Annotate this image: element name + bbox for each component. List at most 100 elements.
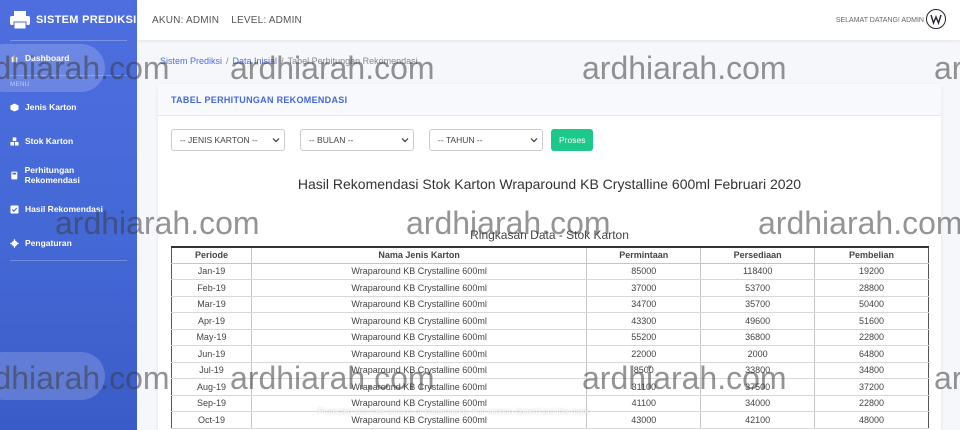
sidebar-item-perhitungan-rekomendasi[interactable]: Perhitungan Rekomendasi [0, 158, 137, 192]
jenis-karton-select[interactable]: -- JENIS KARTON -- [171, 129, 285, 151]
table-body: Jan-19 Wraparound KB Crystalline 600ml 850… [171, 263, 929, 429]
table-cell: 19200 [814, 263, 929, 280]
brand[interactable]: SISTEM PREDIKSI [0, 0, 137, 40]
brand-title: SISTEM PREDIKSI [36, 14, 137, 26]
breadcrumb-current: Tabel Perhitungan Rekomendasi [287, 56, 418, 66]
chevron-down-icon [401, 138, 409, 143]
sidebar-item-stok-karton[interactable]: Stok Karton [0, 124, 137, 158]
box-icon [10, 102, 19, 112]
content-card: TABEL PERHITUNGAN REKOMENDASI -- JENIS K… [158, 84, 941, 430]
watermark-notice: Protected with free version of Watermark… [318, 407, 592, 416]
sidebar-item-dashboard[interactable]: Dashboard [0, 41, 137, 75]
menu-heading: MENU [10, 82, 30, 88]
table-row: Jul-19 Wraparound KB Crystalline 600ml 850… [171, 361, 929, 379]
table-row: Mar-19 Wraparound KB Crystalline 600ml 347… [171, 296, 929, 313]
table-cell: 64800 [814, 345, 929, 363]
watermark: ardhiarah.com [582, 50, 787, 86]
table-cell: Apr-19 [171, 312, 252, 330]
watermark: ardhiarah.com [934, 50, 960, 86]
table-cell: 34700 [586, 296, 702, 313]
breadcrumb-middle[interactable]: Data Inisial [233, 56, 278, 66]
column-header: Persediaan [700, 246, 816, 264]
table-row: May-19 Wraparound KB Crystalline 600ml 552… [171, 329, 929, 346]
printer-icon [10, 11, 30, 29]
table-cell: 37200 [814, 378, 929, 396]
sidebar-item-label: Hasil Rekomendasi [25, 204, 103, 214]
table-cell: Oct-19 [171, 411, 252, 429]
table-cell: 22800 [814, 395, 929, 412]
table-cell: 53700 [700, 279, 816, 297]
table-cell: 2000 [700, 345, 816, 363]
table-cell: 51600 [814, 312, 929, 330]
bulan-select[interactable]: -- BULAN -- [300, 129, 414, 151]
summary-title: Ringkasan Data - Stok Karton [470, 228, 629, 242]
table-cell: Wraparound KB Crystalline 600ml [250, 361, 588, 379]
select-value: -- TAHUN -- [438, 135, 483, 145]
sidebar-item-label: Jenis Karton [25, 102, 77, 112]
table-cell: Wraparound KB Crystalline 600ml [250, 378, 588, 396]
breadcrumb-root[interactable]: Sistem Prediksi [160, 56, 222, 66]
user-logo-icon [930, 14, 942, 26]
column-header: Periode [171, 246, 252, 264]
table-cell: 33800 [700, 361, 816, 379]
greeting-text[interactable]: SELAMAT DATANG! ADMIN [836, 17, 924, 24]
sidebar-item-pengaturan[interactable]: Pengaturan [0, 226, 137, 260]
table-cell: Mar-19 [171, 296, 252, 313]
table-cell: 31100 [586, 378, 702, 396]
table-cell: Sep-19 [171, 395, 252, 412]
table-cell: 28800 [814, 279, 929, 297]
column-header: Nama Jenis Karton [250, 246, 588, 264]
sidebar-item-hasil-rekomendasi[interactable]: Hasil Rekomendasi [0, 192, 137, 226]
table-cell: 50400 [814, 296, 929, 313]
breadcrumb-separator: / [281, 56, 284, 66]
table-cell: Aug-19 [171, 378, 252, 396]
table-row: Apr-19 Wraparound KB Crystalline 600ml 433… [171, 312, 929, 330]
filter-bar: -- JENIS KARTON -- -- BULAN -- -- TAHUN … [171, 129, 594, 151]
chevron-down-icon [272, 138, 280, 143]
table-cell: Wraparound KB Crystalline 600ml [250, 329, 588, 346]
table-cell: Jun-19 [171, 345, 252, 363]
divider [10, 260, 127, 261]
table-row: Jun-19 Wraparound KB Crystalline 600ml 220… [171, 345, 929, 363]
sidebar-item-label: Stok Karton [25, 136, 74, 146]
table-cell: 43000 [586, 411, 702, 429]
table-header-row: Periode Nama Jenis Karton Permintaan Per… [171, 246, 929, 264]
table-cell: 37500 [700, 378, 816, 396]
dashboard-icon [10, 54, 19, 62]
summary-table: Periode Nama Jenis Karton Permintaan Per… [171, 246, 929, 429]
table-cell: 35700 [700, 296, 816, 313]
result-title: Hasil Rekomendasi Stok Karton Wraparound… [297, 176, 802, 192]
table-cell: 48000 [814, 411, 929, 429]
table-cell: Jul-19 [171, 361, 252, 379]
table-cell: Jan-19 [171, 263, 252, 280]
sidebar-item-label: Pengaturan [25, 238, 72, 248]
table-cell: 34800 [814, 361, 929, 379]
level-label: LEVEL: ADMIN [231, 14, 302, 26]
card-title: TABEL PERHITUNGAN REKOMENDASI [158, 84, 941, 116]
account-label: AKUN: ADMIN [152, 14, 220, 26]
cubes-icon [10, 136, 19, 146]
tahun-select[interactable]: -- TAHUN -- [429, 129, 543, 151]
table-cell: Wraparound KB Crystalline 600ml [250, 296, 588, 313]
sidebar-item-jenis-karton[interactable]: Jenis Karton [0, 90, 137, 124]
table-cell: Feb-19 [171, 279, 252, 297]
proses-button[interactable]: Proses [551, 129, 594, 151]
table-cell: 34000 [700, 395, 816, 412]
table-row: Aug-19 Wraparound KB Crystalline 600ml 311… [171, 378, 929, 396]
table-cell: 37000 [586, 279, 702, 297]
table-cell: Wraparound KB Crystalline 600ml [250, 263, 588, 280]
avatar[interactable] [926, 9, 946, 29]
table-cell: 49600 [700, 312, 816, 330]
sidebar-item-label: Perhitungan Rekomendasi [24, 165, 80, 185]
breadcrumb: Sistem Prediksi / Data Inisial / Tabel P… [160, 56, 418, 66]
table-cell: 8500 [586, 361, 702, 379]
table-cell: 85000 [586, 263, 702, 280]
check-square-icon [10, 204, 19, 214]
chevron-down-icon [530, 138, 538, 143]
table-cell: Wraparound KB Crystalline 600ml [250, 279, 588, 297]
table-cell: 118400 [700, 263, 816, 280]
sidebar: SISTEM PREDIKSI Dashboard MENU Jenis Kar… [0, 0, 137, 430]
table-row: Jan-19 Wraparound KB Crystalline 600ml 850… [171, 263, 929, 280]
table-cell: 42100 [700, 411, 816, 429]
sidebar-item-label: Dashboard [25, 53, 70, 63]
